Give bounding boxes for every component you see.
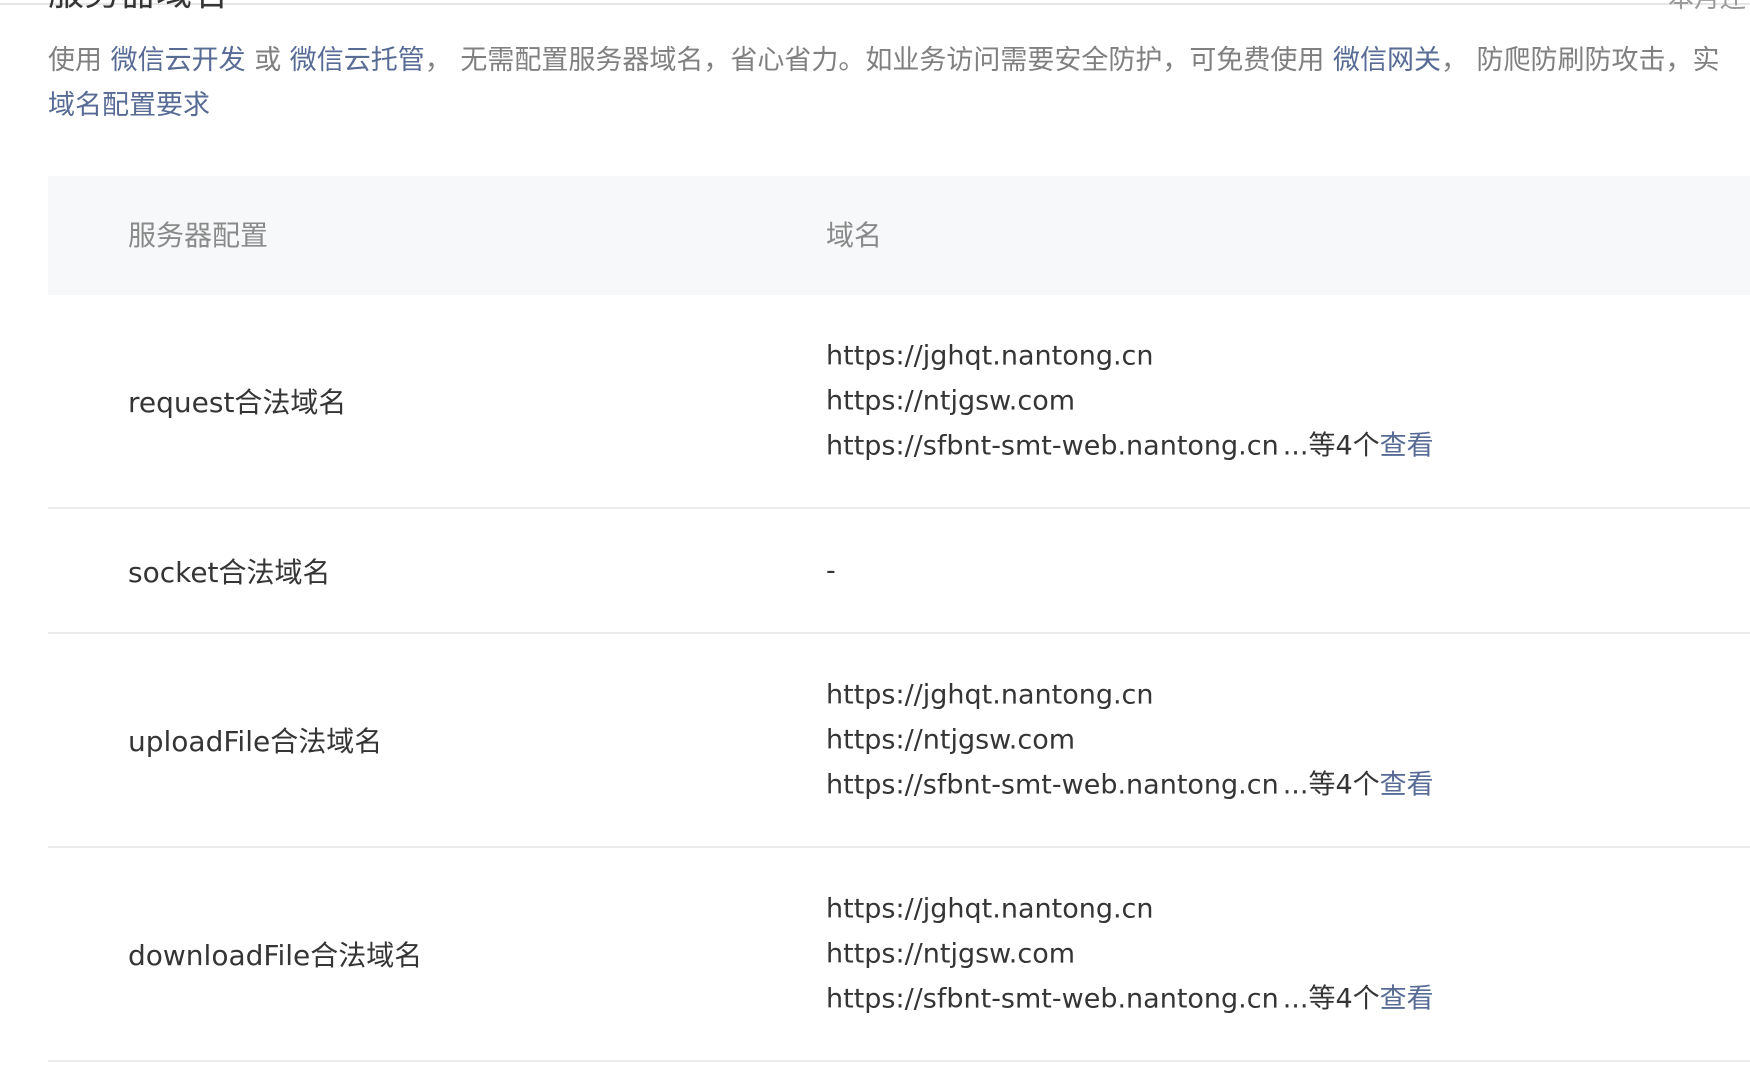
table-row-upload-file: uploadFile合法域名 https://jghqt.nantong.cn … [48, 634, 1750, 848]
description-middle: ， 无需配置服务器域名，省心省力。如业务访问需要安全防护，可免费使用 [424, 45, 1325, 76]
description-prefix: 使用 [48, 45, 102, 76]
more-count: ...等4个 [1282, 430, 1380, 462]
domain-item: https://jghqt.nantong.cn [826, 679, 1154, 711]
server-domain-table: 服务器配置 域名 request合法域名 https://jghqt.nanto… [48, 176, 1750, 1062]
more-count: ...等4个 [1282, 769, 1380, 801]
description: 使用 微信云开发 或 微信云托管， 无需配置服务器域名，省心省力。如业务访问需要… [48, 38, 1750, 128]
domain-list: https://jghqt.nantong.cn https://ntjgsw.… [826, 887, 1434, 1022]
domain-item: https://jghqt.nantong.cn [826, 893, 1154, 925]
row-label: request合法域名 [128, 386, 347, 419]
row-label: uploadFile合法域名 [128, 725, 383, 758]
domain-item: https://jghqt.nantong.cn [826, 340, 1154, 372]
description-or: 或 [254, 45, 282, 76]
domain-item: https://ntjgsw.com [826, 724, 1076, 756]
top-right-text: 本月还 [1668, 0, 1746, 14]
row-label: socket合法域名 [128, 555, 331, 589]
description-line-1: 使用 微信云开发 或 微信云托管， 无需配置服务器域名，省心省力。如业务访问需要… [48, 38, 1750, 83]
domain-item-text: https://sfbnt-smt-web.nantong.cn [826, 430, 1279, 462]
description-line-2: 域名配置要求 [48, 83, 1750, 128]
domain-item-text: https://sfbnt-smt-web.nantong.cn [826, 983, 1279, 1015]
domain-item: https://ntjgsw.com [826, 938, 1076, 970]
table-row-request: request合法域名 https://jghqt.nantong.cn htt… [48, 295, 1750, 509]
domain-requirements-link[interactable]: 域名配置要求 [48, 90, 210, 121]
wechat-gateway-link[interactable]: 微信网关 [1333, 45, 1441, 76]
domain-list: https://jghqt.nantong.cn https://ntjgsw.… [826, 673, 1434, 808]
header-server-config: 服务器配置 [128, 219, 269, 252]
domain-list: https://jghqt.nantong.cn https://ntjgsw.… [826, 334, 1434, 469]
more-count: ...等4个 [1282, 983, 1380, 1015]
wechat-cloud-hosting-link[interactable]: 微信云托管 [290, 45, 425, 76]
table-row-download-file: downloadFile合法域名 https://jghqt.nantong.c… [48, 848, 1750, 1062]
section-title: 服务器域名 [48, 0, 228, 14]
header-domain: 域名 [826, 219, 883, 252]
row-label: downloadFile合法域名 [128, 939, 423, 972]
description-suffix: ， 防爬防刷防攻击，实 [1440, 45, 1720, 76]
view-all-link[interactable]: 查看 [1380, 770, 1434, 801]
server-domain-settings-page: 服务器域名 本月还 使用 微信云开发 或 微信云托管， 无需配置服务器域名，省心… [0, 0, 1750, 1084]
domain-list: - [826, 548, 836, 593]
view-all-link[interactable]: 查看 [1380, 431, 1434, 462]
domain-item: https://ntjgsw.com [826, 385, 1076, 417]
wechat-cloud-dev-link[interactable]: 微信云开发 [111, 45, 246, 76]
view-all-link[interactable]: 查看 [1380, 984, 1434, 1015]
domain-item-last: https://sfbnt-smt-web.nantong.cn ...等4个查看 [826, 763, 1434, 808]
domain-empty: - [826, 555, 836, 586]
domain-item-last: https://sfbnt-smt-web.nantong.cn ...等4个查看 [826, 977, 1434, 1022]
domain-item-text: https://sfbnt-smt-web.nantong.cn [826, 769, 1279, 801]
top-divider [0, 3, 1750, 5]
table-header: 服务器配置 域名 [48, 176, 1750, 295]
domain-item-last: https://sfbnt-smt-web.nantong.cn ...等4个查看 [826, 424, 1434, 469]
table-row-socket: socket合法域名 - [48, 509, 1750, 634]
